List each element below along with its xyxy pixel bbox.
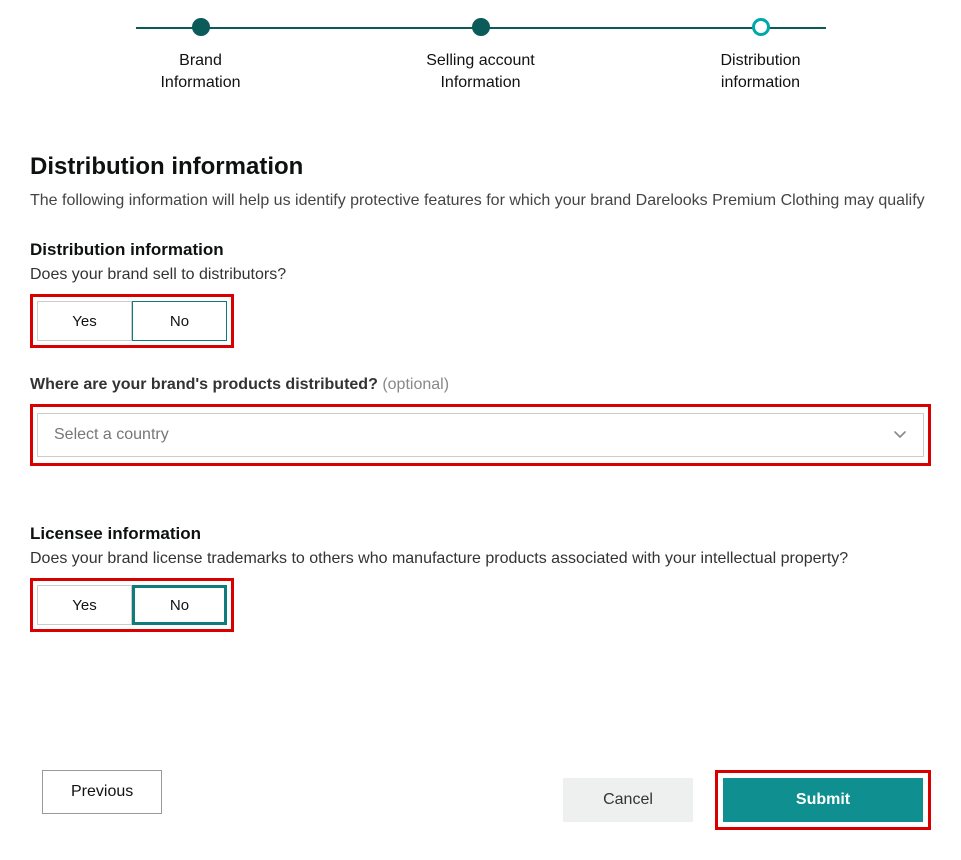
submit-highlight: Submit: [715, 770, 931, 830]
licensee-toggle-group: Yes No: [37, 585, 227, 625]
distribution-heading: Distribution information: [30, 240, 931, 260]
optional-text: (optional): [382, 376, 449, 393]
step-dot-current-icon: [752, 18, 770, 36]
step-brand-info: Brand Information: [131, 18, 271, 93]
licensee-yes-button[interactable]: Yes: [37, 585, 132, 625]
step-dot-complete-icon: [192, 18, 210, 36]
cancel-button[interactable]: Cancel: [563, 778, 693, 822]
licensee-question: Does your brand license trademarks to ot…: [30, 550, 931, 568]
licensee-no-button[interactable]: No: [132, 585, 227, 625]
distributor-question: Does your brand sell to distributors?: [30, 266, 931, 284]
step-label-line1: Selling account: [426, 52, 535, 69]
step-label-line2: Information: [160, 74, 240, 91]
page-description: The following information will help us i…: [30, 189, 931, 212]
distribution-country-question: Where are your brand's products distribu…: [30, 376, 378, 393]
step-label-line2: information: [721, 74, 800, 91]
country-select-highlight: Select a country: [30, 404, 931, 466]
previous-button[interactable]: Previous: [42, 770, 162, 814]
page-title: Distribution information: [30, 153, 931, 181]
licensee-heading: Licensee information: [30, 524, 931, 544]
step-label-line2: Information: [440, 74, 520, 91]
licensee-toggle-highlight: Yes No: [30, 578, 234, 632]
chevron-down-icon: [893, 428, 907, 442]
footer-actions: Previous Cancel Submit: [30, 770, 931, 830]
submit-button[interactable]: Submit: [723, 778, 923, 822]
step-distribution: Distribution information: [691, 18, 831, 93]
progress-stepper: Brand Information Selling account Inform…: [131, 10, 831, 93]
distributor-no-button[interactable]: No: [132, 301, 227, 341]
step-label-line1: Brand: [179, 52, 222, 69]
step-selling-account: Selling account Information: [411, 18, 551, 93]
country-select-placeholder: Select a country: [54, 426, 169, 444]
country-select[interactable]: Select a country: [37, 413, 924, 457]
distribution-country-label: Where are your brand's products distribu…: [30, 376, 931, 394]
step-label-line1: Distribution: [720, 52, 800, 69]
distributor-toggle-highlight: Yes No: [30, 294, 234, 348]
distributor-yes-button[interactable]: Yes: [37, 301, 132, 341]
step-dot-complete-icon: [472, 18, 490, 36]
distributor-toggle-group: Yes No: [37, 301, 227, 341]
